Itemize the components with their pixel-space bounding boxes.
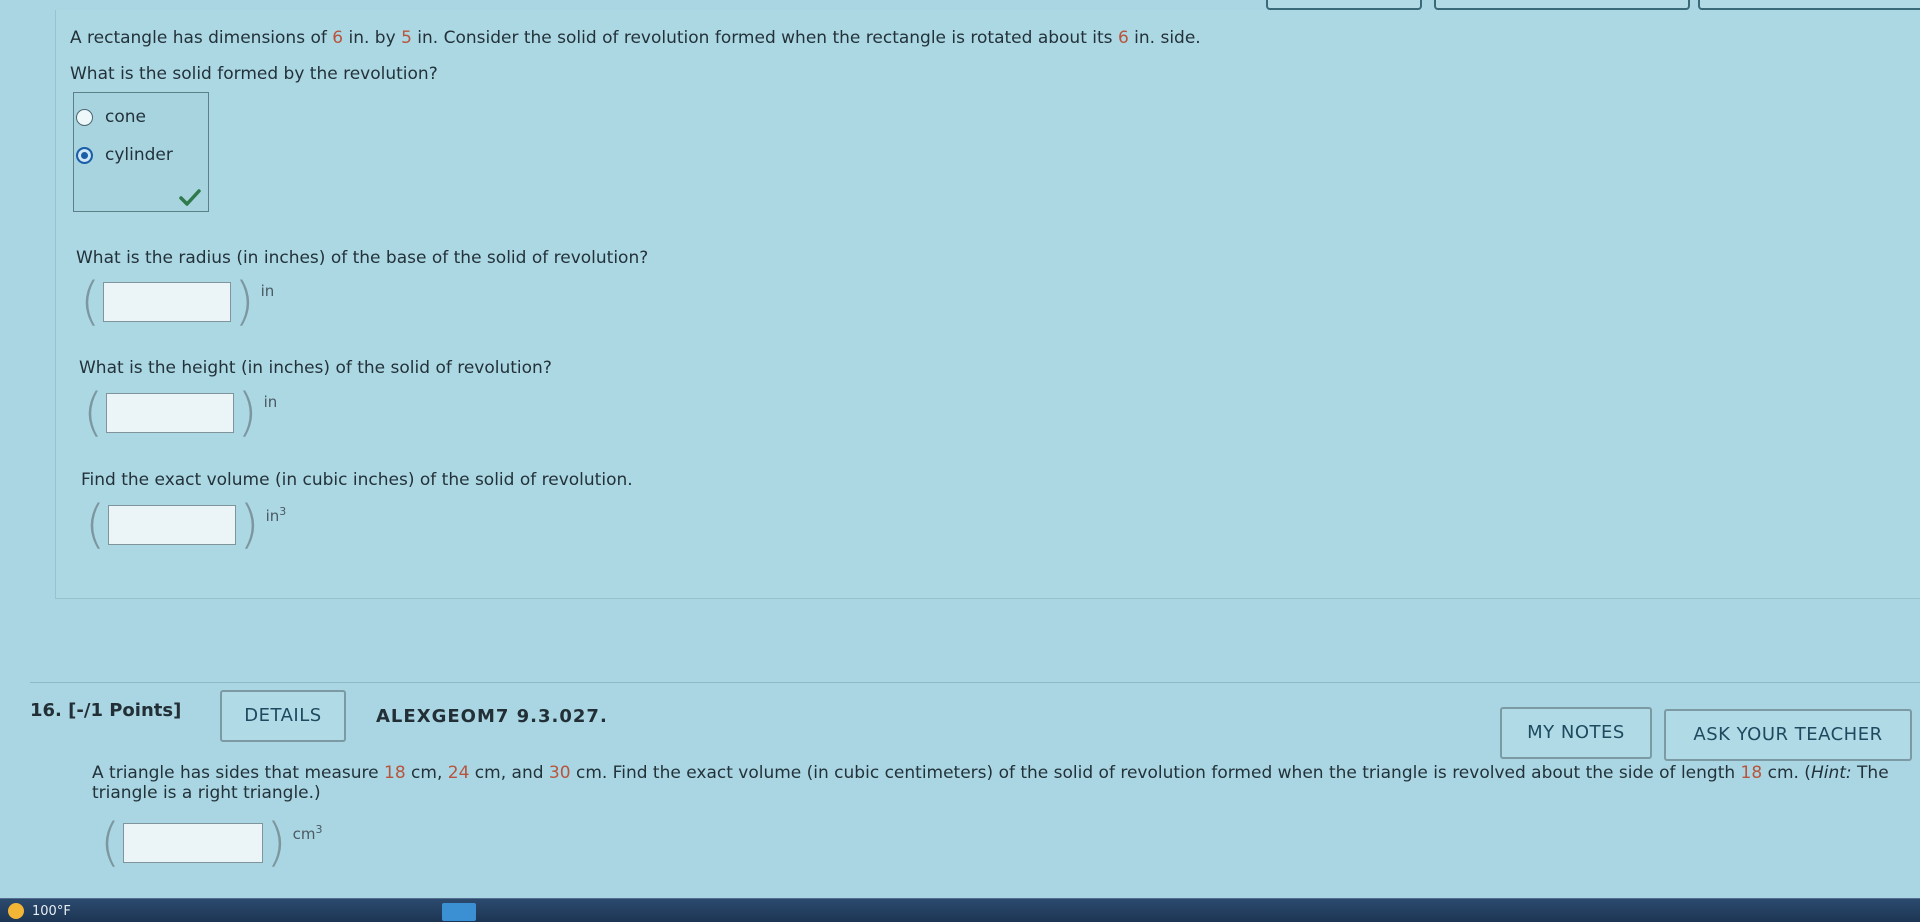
my-notes-button[interactable]: MY NOTES (1500, 707, 1652, 759)
q16-hint-label: Hint: (1810, 763, 1852, 783)
height-input[interactable] (106, 393, 235, 433)
q15-volume-question: Find the exact volume (in cubic inches) … (81, 470, 633, 490)
open-paren: ( (80, 272, 101, 332)
choice-cone[interactable]: cone (76, 107, 146, 127)
taskbar-app-icon[interactable] (442, 903, 476, 921)
q16-side-4: 18 (1740, 763, 1763, 783)
q16-header: 16. [-/1 Points] (30, 700, 181, 721)
close-paren: ) (237, 383, 258, 443)
correct-check-icon (179, 189, 201, 206)
taskbar: 100°F (0, 898, 1920, 922)
q15-dim-1: 6 (332, 28, 344, 48)
q16-volume-answer: ( ) cm3 (100, 815, 322, 871)
q16-code: ALEXGEOM7 9.3.027. (376, 706, 608, 727)
radius-answer: ( ) in (80, 274, 274, 330)
top-tab-strip (0, 0, 1920, 10)
radio-cone[interactable] (76, 108, 93, 126)
q16-side-1: 18 (384, 763, 406, 783)
q16-volume-input[interactable] (123, 823, 264, 863)
q16-side-3: 30 (548, 763, 571, 783)
weather-widget[interactable]: 100°F (8, 903, 71, 919)
open-paren: ( (85, 495, 106, 555)
close-paren: ) (266, 813, 287, 873)
q15-height-question: What is the height (in inches) of the so… (79, 358, 552, 378)
volume-unit: in3 (265, 505, 287, 525)
height-unit: in (263, 393, 278, 411)
q16-prompt: A triangle has sides that measure 18 cm,… (92, 763, 1889, 803)
sun-icon (8, 903, 24, 919)
radio-cylinder[interactable] (76, 146, 93, 164)
details-button[interactable]: DETAILS (220, 690, 346, 742)
q16-side-2: 24 (447, 763, 470, 783)
section-divider (30, 682, 1920, 683)
q15-radius-question: What is the radius (in inches) of the ba… (76, 248, 649, 268)
open-paren: ( (83, 383, 104, 443)
q15-solid-question: What is the solid formed by the revoluti… (70, 64, 438, 84)
q15-prompt: A rectangle has dimensions of 6 in. by 5… (70, 28, 1201, 48)
choice-cone-label: cone (105, 107, 146, 127)
q16-volume-unit: cm3 (292, 823, 323, 843)
q15-dim-2: 5 (401, 28, 412, 48)
open-paren: ( (100, 813, 121, 873)
height-answer: ( ) in (83, 385, 277, 441)
volume-answer: ( ) in3 (85, 497, 286, 553)
top-tab[interactable] (1434, 0, 1690, 10)
ask-your-teacher-button[interactable]: ASK YOUR TEACHER (1664, 709, 1912, 761)
q16-number: 16. (30, 700, 62, 721)
q15-dim-3: 6 (1117, 28, 1129, 48)
radius-unit: in (260, 282, 275, 300)
solid-choice-group: cone cylinder (73, 92, 209, 212)
q16-points: [-/1 Points] (68, 700, 182, 721)
close-paren: ) (234, 272, 255, 332)
close-paren: ) (239, 495, 260, 555)
radius-input[interactable] (103, 282, 232, 322)
question-15-panel (55, 10, 1920, 599)
choice-cylinder-label: cylinder (105, 145, 173, 165)
temperature-label: 100°F (32, 903, 71, 919)
top-tab[interactable] (1698, 0, 1920, 10)
top-tab[interactable] (1266, 0, 1422, 10)
choice-cylinder[interactable]: cylinder (76, 145, 173, 165)
volume-input[interactable] (108, 505, 237, 545)
